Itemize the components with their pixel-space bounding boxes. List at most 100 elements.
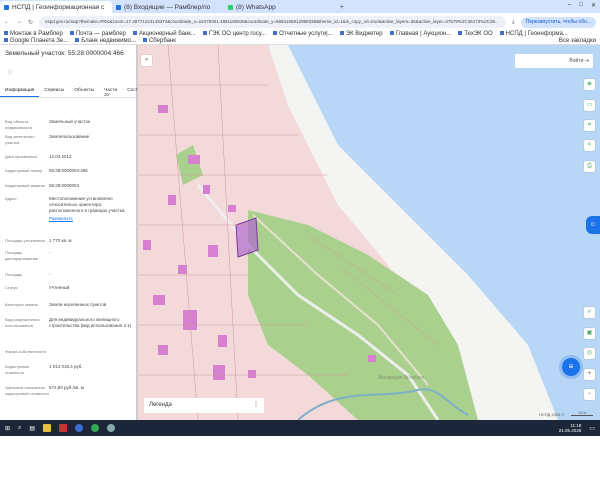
bookmark[interactable]: ГЭК ОО центр госу...	[202, 31, 266, 38]
field-row: Вид разрешенного использования Для индиви…	[5, 317, 133, 329]
field-row: Категория земель Земли населенных пунктов	[5, 302, 133, 308]
page-title: Земельный участок: 55:28:0000004:466	[5, 50, 124, 57]
more-icon: ⋮	[253, 402, 259, 408]
task-view-icon[interactable]: ▤	[29, 425, 35, 432]
address-bar-row: ← → ↻ nspd.gov.ru/map?thematic=PKK&zoom=17…	[0, 13, 600, 31]
selected-parcel	[235, 217, 259, 258]
field-value: 55:28:0000004	[49, 183, 80, 188]
tab-nspd[interactable]: НСПД | Геоинформационная с	[0, 1, 112, 13]
bookmark[interactable]: Главная | Аукцион...	[389, 31, 451, 38]
reload-icon[interactable]: ↻	[28, 19, 33, 26]
field-label: Площадь уточненная	[5, 238, 45, 243]
field-label: Кадастровый квартал	[5, 183, 46, 188]
search-icon[interactable]: ⌕	[18, 425, 21, 432]
map-layers	[138, 45, 558, 420]
tab-parts[interactable]: Части ЗУ	[99, 86, 122, 98]
favicon-icon	[116, 4, 121, 10]
login-button[interactable]: Войти ⇥	[515, 54, 593, 68]
chrome-icon[interactable]	[91, 424, 100, 432]
field-row: Площадь уточненная 1 770 кв. м	[5, 238, 133, 244]
tab-services[interactable]: Сервисы	[39, 86, 69, 97]
print-icon[interactable]: ⎙	[584, 161, 595, 172]
all-bookmarks-folder[interactable]: Все закладки	[559, 38, 596, 45]
share-icon[interactable]: <	[584, 140, 595, 151]
windows-watermark: Активация Windows	[378, 375, 425, 381]
app-icon[interactable]	[107, 424, 116, 432]
tab-whatsapp[interactable]: (8) WhatsApp	[224, 1, 336, 13]
bookmark[interactable]: Отчетные услуги|...	[273, 31, 333, 38]
star-icon[interactable]: ☆	[7, 68, 13, 76]
zoom-out-button[interactable]: −	[584, 389, 595, 400]
taskbar: ⊞ ⌕ ▤ 11:18 21.05.2025 ▭	[0, 420, 600, 436]
bookmark[interactable]: Google Планета Зе...	[4, 38, 68, 45]
legend-dropdown[interactable]: Легенда ⋮	[144, 398, 264, 413]
measure-icon[interactable]: ⌗	[584, 120, 595, 131]
field-value	[49, 349, 133, 355]
assistant-icon[interactable]: ☺	[586, 216, 600, 234]
menu-fab-button[interactable]: ≡	[562, 358, 580, 376]
favicon-icon	[4, 4, 9, 10]
close-button[interactable]: ✕	[591, 2, 596, 9]
field-value: 12.04.2012	[49, 154, 72, 159]
field-label: Категория земель	[5, 302, 39, 307]
field-label: Площадь	[5, 272, 23, 277]
scale-bar: 10 м	[571, 410, 593, 416]
collapse-panel-button[interactable]: «	[141, 55, 152, 66]
maximize-button[interactable]: □	[579, 2, 583, 9]
back-icon[interactable]: ←	[4, 19, 10, 25]
locate-icon[interactable]: ➶	[584, 307, 595, 318]
bookmark[interactable]: ЭК Виджетер	[339, 31, 383, 38]
tab-objects[interactable]: Объекты	[69, 86, 99, 97]
app-icon[interactable]	[75, 424, 84, 432]
layers-icon[interactable]: ◈	[584, 79, 595, 90]
file-explorer-icon[interactable]	[43, 424, 52, 432]
field-label: Вид объекта недвижимости	[5, 119, 32, 130]
update-button[interactable]: Перезапустить, чтобы обн...	[520, 16, 596, 28]
field-label: Форма собственности	[5, 349, 46, 354]
field-label: Кадастровый номер	[5, 168, 43, 173]
field-value: -	[49, 250, 51, 255]
field-value: 1 770 кв. м	[49, 238, 72, 243]
field-value: Местоположение установлено относительно …	[49, 196, 126, 213]
bookmark[interactable]: НСПД | Геоинформа...	[499, 31, 568, 38]
app-icon[interactable]	[59, 424, 68, 432]
expand-link[interactable]: Развернуть	[49, 216, 73, 222]
minimize-button[interactable]: –	[568, 2, 571, 9]
url-input[interactable]: nspd.gov.ru/map?thematic=PKK&zoom=17.487…	[39, 16, 506, 28]
minimap-icon[interactable]: ▣	[584, 328, 595, 339]
field-value: Землепользование	[49, 134, 90, 139]
geolocation-icon[interactable]: ◎	[584, 348, 595, 359]
field-label: Вид земельного участка	[5, 134, 35, 145]
field-label: Удельный показатель кадастровой стоимост…	[5, 385, 49, 396]
field-label: Дата присвоения	[5, 154, 37, 159]
map-canvas[interactable]: « Войти ⇥ ◈ ▭ ⌗ < ⎙ ☺ ➶ ▣ ◎ + − ≡ Актива…	[138, 45, 600, 420]
tab-info[interactable]: Информация	[0, 86, 40, 97]
info-panel: Земельный участок: 55:28:0000004:466 ☆ И…	[0, 45, 138, 420]
field-row: Адрес Местоположение установлено относите…	[5, 196, 133, 221]
attribution: НСПД 2025 ©	[539, 412, 565, 417]
favicon-icon	[228, 4, 233, 10]
field-label: Вид разрешенного использования	[5, 317, 40, 328]
field-row: Вид объекта недвижимости Земельный участо…	[5, 119, 133, 131]
bookmarks-bar: Монтаж в Рамблер Почта — рамблер Акционе…	[0, 31, 600, 45]
field-value: 1 014 016,4 руб.	[49, 364, 83, 369]
tab-rambler[interactable]: (8) Входящие — Рамблер/по	[112, 1, 224, 13]
forward-icon[interactable]: →	[16, 19, 22, 25]
field-row: Кадастровый номер 55:28:0000004:466	[5, 168, 133, 174]
bookmark[interactable]: ТехЭК ОО	[458, 31, 493, 38]
notifications-icon[interactable]: ▭	[589, 425, 595, 432]
field-row: Дата присвоения 12.04.2012	[5, 154, 133, 160]
windows-start-icon[interactable]: ⊞	[5, 425, 10, 432]
field-value: 572,83 руб./кв. м	[49, 385, 84, 390]
field-value: Учтенный	[49, 285, 70, 290]
bookmark[interactable]: Бланк недвижимо...	[75, 38, 136, 45]
zoom-in-button[interactable]: +	[584, 369, 595, 380]
panel-tabs: Информация Сервисы Объекты Части ЗУ Сост	[0, 86, 138, 98]
basemap-icon[interactable]: ▭	[584, 100, 595, 111]
bookmark[interactable]: Сбербанк	[142, 38, 176, 45]
new-tab-button[interactable]: +	[336, 4, 348, 13]
field-label: Статус	[5, 285, 18, 290]
clock[interactable]: 11:18 21.05.2025	[559, 423, 582, 433]
download-icon[interactable]: ⤓	[512, 19, 515, 26]
field-row: Площадь -	[5, 272, 133, 278]
